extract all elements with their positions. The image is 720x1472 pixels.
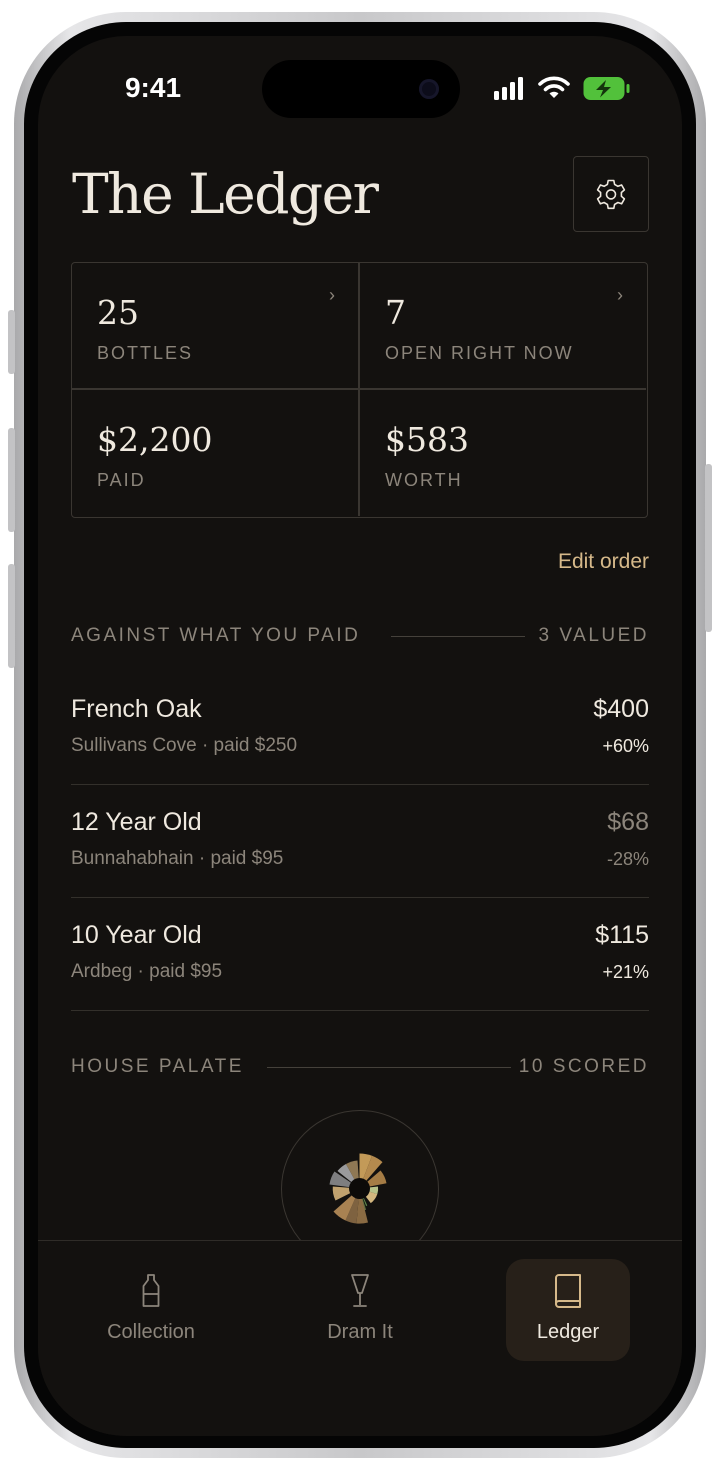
stats-grid: 25 BOTTLES › 7 OPEN RIGHT NOW › $2,200 P… xyxy=(71,262,648,518)
bottle-name: 12 Year Old xyxy=(71,808,202,836)
tab-ledger[interactable]: Ledger xyxy=(506,1259,630,1361)
stat-paid: $2,200 PAID xyxy=(72,390,359,517)
section-divider xyxy=(267,1067,511,1068)
bottle-value: $68 xyxy=(607,808,649,836)
status-time: 9:41 xyxy=(124,72,182,103)
glass-icon xyxy=(351,1274,369,1307)
settings-button[interactable] xyxy=(573,156,649,232)
battery-charging-icon xyxy=(583,77,630,100)
value-change: +21% xyxy=(602,962,649,982)
palate-count: 10 SCORED xyxy=(518,1056,649,1077)
tab-bar: Collection Dram It Ledger xyxy=(38,1240,682,1436)
bottle-value: $115 xyxy=(595,921,649,949)
valued-row[interactable]: French Oak Sullivans Cove · paid $250 $4… xyxy=(71,672,649,785)
bottle-name: French Oak xyxy=(71,695,202,723)
bottle-subtitle: Sullivans Cove · paid $250 xyxy=(71,735,298,756)
volume-up-button xyxy=(8,428,15,532)
bottle-icon xyxy=(142,1274,160,1307)
valued-row[interactable]: 10 Year Old Ardbeg · paid $95 $115 +21% xyxy=(71,898,649,1011)
signal-icon xyxy=(494,77,523,100)
section-divider xyxy=(391,636,525,637)
chevron-right-icon: › xyxy=(329,285,335,305)
tab-label: Collection xyxy=(107,1321,195,1343)
tab-label: Dram It xyxy=(327,1321,393,1343)
action-button xyxy=(8,310,15,374)
stat-label: PAID xyxy=(97,470,146,490)
stat-worth: $583 WORTH xyxy=(360,390,647,517)
tab-collection[interactable]: Collection xyxy=(89,1259,213,1361)
valued-count: 3 VALUED xyxy=(538,625,649,646)
valued-row[interactable]: 12 Year Old Bunnahabhain · paid $95 $68 … xyxy=(71,785,649,898)
stat-open[interactable]: 7 OPEN RIGHT NOW › xyxy=(360,263,647,390)
stat-value: $2,200 xyxy=(97,420,213,459)
chevron-right-icon: › xyxy=(617,285,623,305)
stat-label: OPEN RIGHT NOW xyxy=(385,343,574,363)
wifi-icon xyxy=(538,76,570,98)
stat-value: 7 xyxy=(385,293,406,332)
gear-icon xyxy=(596,179,626,210)
app-screen: 9:41 The Ledger 25 BOTTLES › 7 OPEN RIGH… xyxy=(38,36,682,1436)
bottle-name: 10 Year Old xyxy=(71,921,202,949)
camera-icon xyxy=(419,79,439,99)
power-button xyxy=(705,464,712,632)
stat-value: 25 xyxy=(97,293,139,332)
grid-divider-horizontal xyxy=(71,388,646,390)
value-change: +60% xyxy=(602,736,649,756)
valued-section-title: AGAINST WHAT YOU PAID xyxy=(71,625,361,646)
bottle-subtitle: Bunnahabhain · paid $95 xyxy=(71,848,284,869)
book-icon xyxy=(555,1274,581,1308)
palate-section-title: HOUSE PALATE xyxy=(71,1056,244,1077)
edit-order-link[interactable]: Edit order xyxy=(558,550,649,574)
tab-label: Ledger xyxy=(536,1321,600,1343)
tab-dram-it[interactable]: Dram It xyxy=(298,1259,422,1361)
stat-label: BOTTLES xyxy=(97,343,194,363)
stat-bottles[interactable]: 25 BOTTLES › xyxy=(72,263,359,390)
value-change: -28% xyxy=(606,849,649,869)
stat-value: $583 xyxy=(385,420,469,459)
bottle-value: $400 xyxy=(593,695,649,723)
bottle-subtitle: Ardbeg · paid $95 xyxy=(71,961,223,982)
volume-down-button xyxy=(8,564,15,668)
stat-label: WORTH xyxy=(385,470,463,490)
page-title: The Ledger xyxy=(72,162,379,226)
